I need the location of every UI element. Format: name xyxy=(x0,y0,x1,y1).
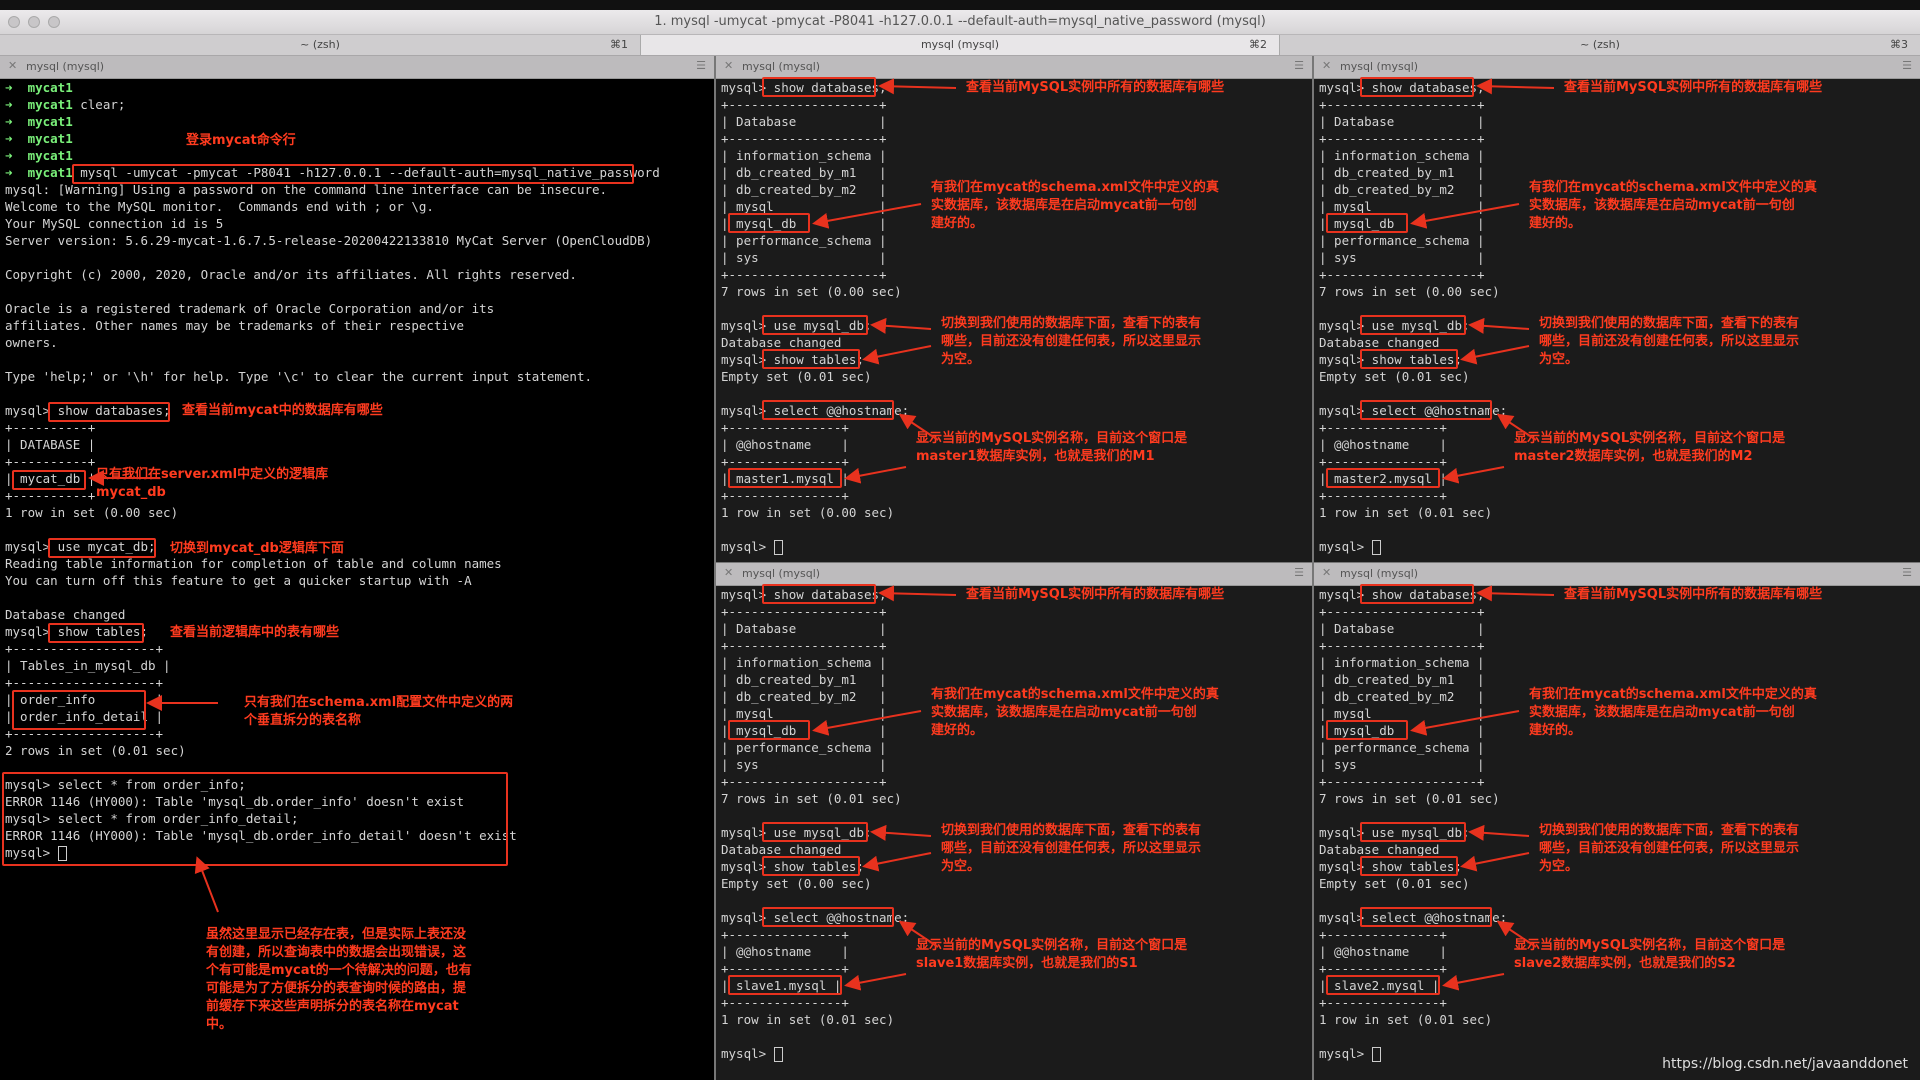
annotation-arrow xyxy=(862,852,932,872)
annotation-arrow xyxy=(1410,203,1520,229)
watermark: https://blog.csdn.net/javaanddonet xyxy=(1662,1056,1908,1072)
annotation-arrow xyxy=(1496,413,1537,441)
annotation-arrow xyxy=(1476,78,1555,95)
annotation-arrow xyxy=(1496,920,1537,948)
annotation-arrow xyxy=(812,203,922,229)
annotation-arrow xyxy=(1460,852,1530,872)
annotation-arrow xyxy=(1442,466,1505,484)
annotation-arrow xyxy=(844,466,907,484)
annotation-arrow xyxy=(898,413,939,441)
annotation-arrow xyxy=(898,920,939,948)
annotation-arrow xyxy=(1442,973,1505,991)
annotation-arrow xyxy=(870,317,932,334)
annotation-arrow xyxy=(1476,585,1555,602)
annotation-arrow xyxy=(1460,345,1530,365)
annotation-arrow xyxy=(878,78,957,95)
annotation-arrow xyxy=(878,585,957,602)
annotation-arrow xyxy=(1410,710,1520,736)
annotation-arrow xyxy=(1468,317,1530,334)
annotation-arrow xyxy=(812,710,922,736)
annotation-arrow xyxy=(870,824,932,841)
annotation-arrows xyxy=(88,78,1555,991)
annotation-arrow xyxy=(862,345,932,365)
annotation-arrow xyxy=(1468,824,1530,841)
annotation-arrow xyxy=(844,973,907,991)
